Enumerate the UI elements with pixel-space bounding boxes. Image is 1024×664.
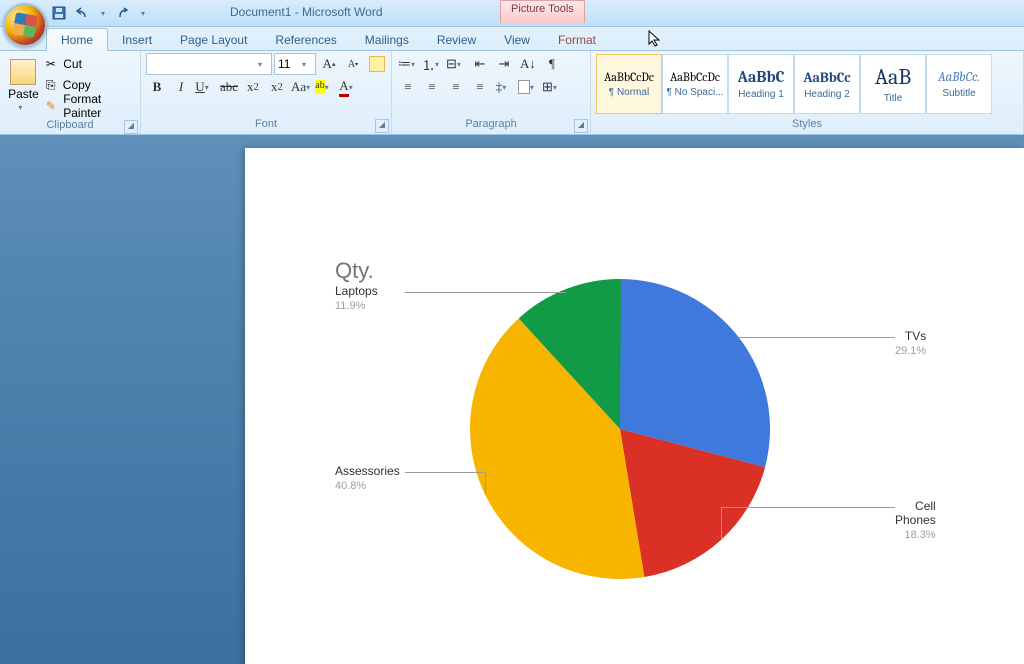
title-bar: ▾ ▾ Document1 - Microsoft Word Picture T…	[0, 0, 1024, 27]
chart-label: Cell Phones18.3%	[895, 499, 936, 541]
justify-button[interactable]: ≡	[469, 76, 491, 98]
tab-format[interactable]: Format	[544, 29, 610, 50]
style-item-2[interactable]: AaBbCHeading 1	[728, 54, 794, 114]
paste-button[interactable]: Paste ▾	[5, 54, 42, 116]
page[interactable]: Qty. TVs29.1%Cell Phones18.3%Assessories…	[245, 148, 1024, 664]
quick-access-toolbar: ▾ ▾	[50, 4, 148, 22]
strikethrough-button[interactable]: abc	[218, 76, 240, 98]
paragraph-launcher[interactable]: ◢	[574, 119, 588, 133]
tab-page-layout[interactable]: Page Layout	[166, 29, 261, 50]
italic-button[interactable]: I	[170, 76, 192, 98]
chart-label: Assessories40.8%	[335, 464, 400, 492]
tab-view[interactable]: View	[490, 29, 544, 50]
paragraph-group-label: Paragraph	[465, 118, 516, 130]
qat-customize-dropdown[interactable]: ▾	[138, 4, 148, 22]
font-size-combo[interactable]: 11▾	[274, 53, 316, 75]
highlight-button[interactable]: ab▾	[314, 76, 336, 98]
ribbon: Paste ▾ ✂ Cut ⎘ Copy ✎ Format Painter Cl…	[0, 51, 1024, 135]
window-title: Document1 - Microsoft Word	[230, 5, 383, 19]
copy-icon: ⎘	[46, 78, 56, 93]
clear-formatting-button[interactable]	[366, 53, 388, 75]
superscript-button[interactable]: x2	[266, 76, 288, 98]
group-font: ▾ 11▾ A▴ A▾ B I U▾ abc x2 x2 Aa▾ ab▾ A▾ …	[141, 51, 392, 134]
numbering-button[interactable]: ⒈▾	[421, 53, 443, 75]
tab-review[interactable]: Review	[423, 29, 490, 50]
align-right-button[interactable]: ≡	[445, 76, 467, 98]
cut-button[interactable]: ✂ Cut	[46, 54, 135, 74]
group-clipboard: Paste ▾ ✂ Cut ⎘ Copy ✎ Format Painter Cl…	[0, 51, 141, 134]
style-item-5[interactable]: AaBbCc.Subtitle	[926, 54, 992, 114]
line-spacing-button[interactable]: ‡▾	[493, 76, 515, 98]
style-item-4[interactable]: AaBTitle	[860, 54, 926, 114]
multilevel-list-button[interactable]: ⊟▾	[445, 53, 467, 75]
undo-icon[interactable]	[74, 4, 92, 22]
clipboard-label: Clipboard	[46, 119, 93, 131]
office-button[interactable]	[3, 3, 47, 47]
align-center-button[interactable]: ≡	[421, 76, 443, 98]
style-gallery[interactable]: AaBbCcDc¶ NormalAaBbCcDc¶ No Spaci...AaB…	[596, 54, 992, 114]
tab-insert[interactable]: Insert	[108, 29, 166, 50]
shrink-font-button[interactable]: A▾	[342, 53, 364, 75]
decrease-indent-button[interactable]: ⇤	[469, 53, 491, 75]
bold-button[interactable]: B	[146, 76, 168, 98]
group-styles: AaBbCcDc¶ NormalAaBbCcDc¶ No Spaci...AaB…	[591, 51, 1024, 134]
bullets-button[interactable]: ≔▾	[397, 53, 419, 75]
style-item-3[interactable]: AaBbCcHeading 2	[794, 54, 860, 114]
tab-mailings[interactable]: Mailings	[351, 29, 423, 50]
format-painter-button[interactable]: ✎ Format Painter	[46, 96, 135, 116]
font-launcher[interactable]: ◢	[375, 119, 389, 133]
contextual-tab-picture-tools: Picture Tools	[500, 0, 585, 23]
style-item-1[interactable]: AaBbCcDc¶ No Spaci...	[662, 54, 728, 114]
shading-button[interactable]: ▾	[517, 76, 539, 98]
pie-chart: TVs29.1% Cell Phones18.3% Assessories40.8%…	[335, 284, 935, 664]
borders-button[interactable]: ⊞▾	[541, 76, 563, 98]
paste-label: Paste	[8, 87, 39, 101]
brush-icon: ✎	[46, 99, 56, 113]
show-marks-button[interactable]: ¶	[541, 53, 563, 75]
style-item-0[interactable]: AaBbCcDc¶ Normal	[596, 54, 662, 114]
ribbon-tabs: Home Insert Page Layout References Maili…	[0, 27, 1024, 51]
scissors-icon: ✂	[46, 57, 56, 71]
tab-home[interactable]: Home	[46, 28, 108, 51]
underline-button[interactable]: U▾	[194, 76, 216, 98]
undo-dropdown[interactable]: ▾	[98, 4, 108, 22]
align-left-button[interactable]: ≡	[397, 76, 419, 98]
redo-icon[interactable]	[114, 4, 132, 22]
change-case-button[interactable]: Aa▾	[290, 76, 312, 98]
subscript-button[interactable]: x2	[242, 76, 264, 98]
tab-references[interactable]: References	[261, 29, 350, 50]
save-icon[interactable]	[50, 4, 68, 22]
font-group-label: Font	[255, 118, 277, 130]
document-area[interactable]: Qty. TVs29.1%Cell Phones18.3%Assessories…	[0, 132, 1024, 664]
styles-group-label: Styles	[792, 118, 822, 130]
font-color-button[interactable]: A▾	[338, 76, 360, 98]
paste-icon	[10, 59, 36, 85]
grow-font-button[interactable]: A▴	[318, 53, 340, 75]
sort-button[interactable]: A↓	[517, 53, 539, 75]
group-paragraph: ≔▾ ⒈▾ ⊟▾ ⇤ ⇥ A↓ ¶ ≡ ≡ ≡ ≡ ‡▾ ▾ ⊞▾ Paragr…	[392, 51, 591, 134]
font-name-combo[interactable]: ▾	[146, 53, 272, 75]
chart-label: TVs29.1%	[895, 329, 926, 357]
increase-indent-button[interactable]: ⇥	[493, 53, 515, 75]
chart-label: Laptops11.9%	[335, 284, 378, 312]
paste-dropdown[interactable]: ▾	[18, 103, 28, 112]
